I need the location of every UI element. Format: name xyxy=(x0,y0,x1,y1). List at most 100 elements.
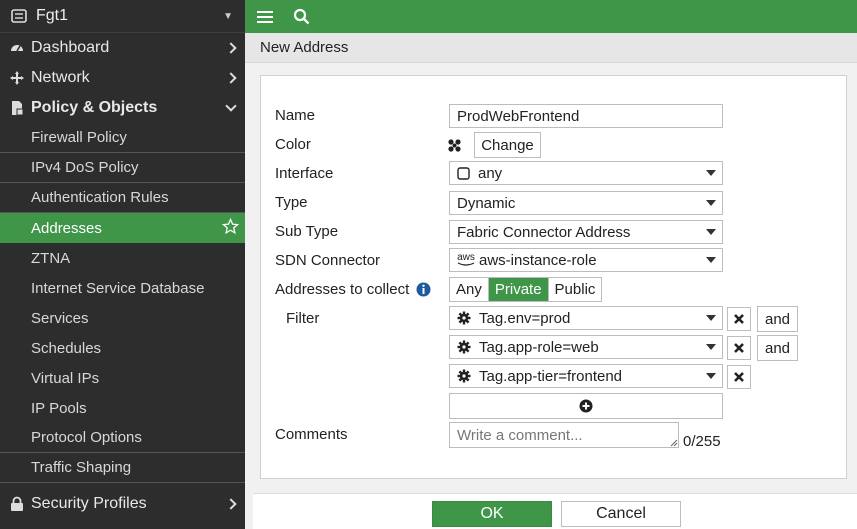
close-icon xyxy=(734,372,744,382)
gear-icon xyxy=(457,340,471,354)
addresses-to-collect-label: Addresses to collect xyxy=(275,281,410,298)
aws-badge: aws xyxy=(457,251,475,263)
device-icon xyxy=(11,9,27,23)
sidebar-subitem-protocol-options[interactable]: Protocol Options xyxy=(0,423,245,453)
sidebar-subitem-addresses[interactable]: Addresses xyxy=(0,213,245,243)
and-operator-button[interactable]: and xyxy=(757,335,798,361)
filter-select-2[interactable]: Tag.app-role=web xyxy=(449,335,723,359)
type-select[interactable]: Dynamic xyxy=(449,191,723,215)
subtype-value: Fabric Connector Address xyxy=(457,223,631,241)
filter-select-1[interactable]: Tag.env=prod xyxy=(449,306,723,330)
sidebar-item-label: Network xyxy=(31,69,90,86)
sdn-connector-value: aws-instance-role xyxy=(479,251,597,269)
collect-option-any[interactable]: Any xyxy=(450,278,488,301)
collect-option-public[interactable]: Public xyxy=(547,278,602,301)
caret-down-icon xyxy=(706,344,716,350)
chevron-right-icon xyxy=(225,72,237,84)
filter-select-3[interactable]: Tag.app-tier=frontend xyxy=(449,364,723,388)
addresses-to-collect-toggle: Any Private Public xyxy=(449,277,603,302)
add-filter-button[interactable] xyxy=(449,393,723,419)
chevron-down-icon xyxy=(225,100,237,112)
sdn-connector-select[interactable]: aws aws-instance-role xyxy=(449,248,723,272)
top-bar xyxy=(245,0,857,33)
change-color-button[interactable]: Change xyxy=(474,132,541,158)
sidebar-subitem-ztna[interactable]: ZTNA xyxy=(0,243,245,273)
filter-value: Tag.app-role=web xyxy=(479,338,599,356)
filter-value: Tag.env=prod xyxy=(479,309,571,327)
caret-down-icon: ▼ xyxy=(223,10,233,22)
caret-down-icon xyxy=(706,373,716,379)
sidebar-item-dashboard[interactable]: Dashboard xyxy=(0,33,245,63)
interface-value: any xyxy=(478,164,503,182)
caret-down-icon xyxy=(706,315,716,321)
sidebar-subitem-traffic-shaping[interactable]: Traffic Shaping xyxy=(0,453,245,483)
caret-down-icon xyxy=(706,170,716,176)
subtype-select[interactable]: Fabric Connector Address xyxy=(449,220,723,244)
close-icon xyxy=(734,314,744,324)
page-title: New Address xyxy=(245,33,857,63)
sidebar-item-policy-objects[interactable]: Policy & Objects xyxy=(0,93,245,123)
gear-icon xyxy=(457,311,471,325)
dashboard-icon xyxy=(8,39,26,57)
filter-value: Tag.app-tier=frontend xyxy=(479,367,623,385)
remove-filter-button[interactable] xyxy=(727,365,751,389)
comments-counter: 0/255 xyxy=(683,433,721,450)
aws-icon: aws xyxy=(457,251,475,267)
info-icon[interactable] xyxy=(416,282,431,297)
sidebar-subitem-firewall-policy[interactable]: Firewall Policy xyxy=(0,123,245,153)
resize-handle-icon[interactable] xyxy=(670,439,678,447)
sidebar-item-network[interactable]: Network xyxy=(0,63,245,93)
caret-down-icon xyxy=(706,229,716,235)
sidebar-subitem-virtual-ips[interactable]: Virtual IPs xyxy=(0,363,245,393)
sidebar-subitem-internet-service-database[interactable]: Internet Service Database xyxy=(0,273,245,303)
sidebar-subitem-schedules[interactable]: Schedules xyxy=(0,333,245,363)
filter-label: Filter xyxy=(286,310,320,327)
chevron-right-icon xyxy=(225,498,237,510)
remove-filter-button[interactable] xyxy=(727,336,751,360)
color-swatch-icon xyxy=(448,139,461,152)
and-operator-button[interactable]: and xyxy=(757,306,798,332)
comments-label: Comments xyxy=(275,426,348,443)
policy-icon xyxy=(8,99,26,117)
remove-filter-button[interactable] xyxy=(727,307,751,331)
chevron-right-icon xyxy=(225,42,237,54)
close-icon xyxy=(734,343,744,353)
sidebar: Fgt1 ▼ Dashboard Network Policy & Object… xyxy=(0,0,245,529)
name-label: Name xyxy=(275,107,316,124)
interface-icon xyxy=(457,166,470,180)
sidebar-subitem-authentication-rules[interactable]: Authentication Rules xyxy=(0,183,245,213)
menu-icon[interactable] xyxy=(257,10,273,23)
caret-down-icon xyxy=(706,257,716,263)
device-selector[interactable]: Fgt1 ▼ xyxy=(0,0,245,33)
sidebar-subitem-ipv4-dos-policy[interactable]: IPv4 DoS Policy xyxy=(0,153,245,183)
sidebar-item-label: Dashboard xyxy=(31,39,110,56)
sdn-connector-label: SDN Connector xyxy=(275,252,381,269)
comments-textarea[interactable]: Write a comment... xyxy=(449,422,679,448)
form-footer xyxy=(253,493,857,529)
network-icon xyxy=(8,69,26,87)
sidebar-item-label: Security Profiles xyxy=(31,495,147,512)
interface-label: Interface xyxy=(275,165,334,182)
gear-icon xyxy=(457,369,471,383)
subtype-label: Sub Type xyxy=(275,223,339,240)
type-label: Type xyxy=(275,194,308,211)
star-icon[interactable] xyxy=(221,217,240,239)
device-name: Fgt1 xyxy=(36,7,69,24)
collect-option-private[interactable]: Private xyxy=(487,278,548,301)
name-input[interactable]: ProdWebFrontend xyxy=(449,104,723,128)
type-value: Dynamic xyxy=(457,194,516,212)
sidebar-subitem-services[interactable]: Services xyxy=(0,303,245,333)
caret-down-icon xyxy=(706,200,716,206)
name-value: ProdWebFrontend xyxy=(457,107,580,125)
sidebar-item-label: Policy & Objects xyxy=(31,99,158,116)
sidebar-item-label: Addresses xyxy=(31,219,102,237)
lock-icon xyxy=(8,495,26,513)
interface-select[interactable]: any xyxy=(449,161,723,185)
ok-button[interactable]: OK xyxy=(432,501,552,527)
search-icon[interactable] xyxy=(293,8,310,25)
color-label: Color xyxy=(275,136,311,153)
sidebar-subitem-ip-pools[interactable]: IP Pools xyxy=(0,393,245,423)
plus-circle-icon xyxy=(579,399,593,413)
sidebar-item-security-profiles[interactable]: Security Profiles xyxy=(0,489,245,519)
cancel-button[interactable]: Cancel xyxy=(561,501,681,527)
